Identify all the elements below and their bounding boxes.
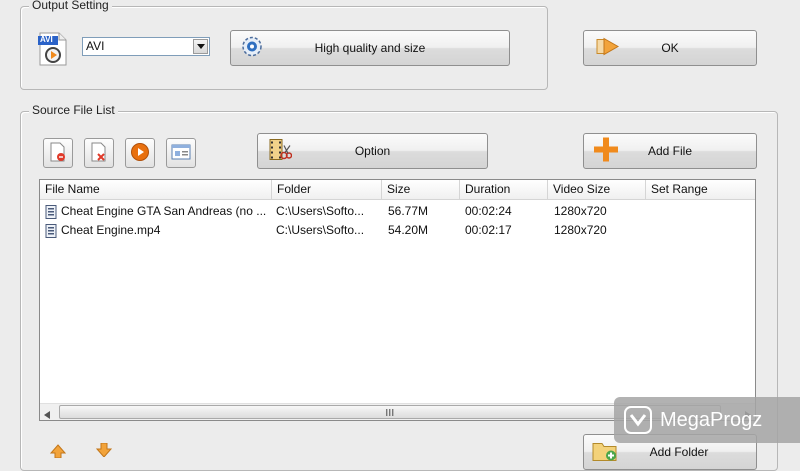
row-file-name: Cheat Engine GTA San Andreas (no ...: [61, 204, 267, 218]
quality-button[interactable]: High quality and size: [230, 30, 510, 66]
column-size[interactable]: Size: [382, 180, 460, 200]
row-folder: C:\Users\Softo...: [276, 204, 365, 218]
watermark: MegaProgz: [614, 397, 800, 443]
document-delete-icon: [90, 142, 108, 165]
properties-button[interactable]: [166, 138, 196, 168]
add-file-button[interactable]: Add File: [583, 133, 757, 169]
source-file-list-title: Source File List: [29, 103, 118, 117]
plus-icon: [592, 136, 620, 167]
format-select[interactable]: AVI: [82, 37, 210, 56]
watermark-logo-icon: [624, 406, 652, 434]
scroll-left-icon[interactable]: [44, 408, 50, 422]
play-button[interactable]: [125, 138, 155, 168]
row-file-name: Cheat Engine.mp4: [61, 223, 161, 237]
row-set-range: [652, 202, 752, 221]
row-size: 56.77M: [388, 204, 429, 218]
file-list-header: File Name Folder Size Duration Video Siz…: [40, 180, 755, 200]
option-button[interactable]: Option: [257, 133, 488, 169]
avi-format-icon: AVI: [38, 32, 68, 66]
row-size: 54.20M: [388, 223, 429, 237]
chevron-down-icon[interactable]: [193, 39, 208, 54]
ok-button[interactable]: OK: [583, 30, 757, 66]
option-button-label: Option: [354, 144, 391, 158]
document-remove-icon: [49, 142, 67, 165]
table-row[interactable]: Cheat Engine GTA San Andreas (no ... C:\…: [40, 202, 755, 221]
file-list[interactable]: File Name Folder Size Duration Video Siz…: [39, 179, 756, 421]
play-icon: [130, 142, 150, 165]
column-duration[interactable]: Duration: [460, 180, 548, 200]
quality-gear-icon: [241, 36, 263, 61]
add-folder-button-label: Add Folder: [649, 445, 709, 459]
quality-button-label: High quality and size: [314, 41, 426, 55]
film-scissors-icon: [268, 138, 293, 165]
avi-format-icon-label: AVI: [40, 35, 53, 44]
remove-file-button[interactable]: [43, 138, 73, 168]
move-up-icon[interactable]: [49, 444, 67, 461]
grip-icon: [386, 405, 394, 419]
output-setting-title: Output Setting: [29, 0, 112, 12]
ok-button-label: OK: [661, 41, 679, 55]
video-file-icon: [45, 205, 57, 222]
row-video-size: 1280x720: [554, 204, 607, 218]
arrow-right-icon: [596, 37, 620, 60]
row-duration: 00:02:24: [465, 204, 512, 218]
row-set-range: [652, 221, 752, 240]
table-row[interactable]: Cheat Engine.mp4 C:\Users\Softo... 54.20…: [40, 221, 755, 240]
video-file-icon: [45, 224, 57, 241]
delete-file-button[interactable]: [84, 138, 114, 168]
move-down-icon[interactable]: [95, 442, 113, 460]
column-video-size[interactable]: Video Size: [548, 180, 646, 200]
column-set-range[interactable]: Set Range: [646, 180, 757, 200]
row-folder: C:\Users\Softo...: [276, 223, 365, 237]
column-folder[interactable]: Folder: [272, 180, 382, 200]
column-file-name[interactable]: File Name: [40, 180, 272, 200]
watermark-text: MegaProgz: [660, 408, 763, 431]
format-select-value: AVI: [86, 39, 105, 53]
row-duration: 00:02:17: [465, 223, 512, 237]
folder-add-icon: [592, 440, 618, 465]
properties-icon: [171, 143, 191, 164]
row-video-size: 1280x720: [554, 223, 607, 237]
add-file-button-label: Add File: [647, 144, 693, 158]
